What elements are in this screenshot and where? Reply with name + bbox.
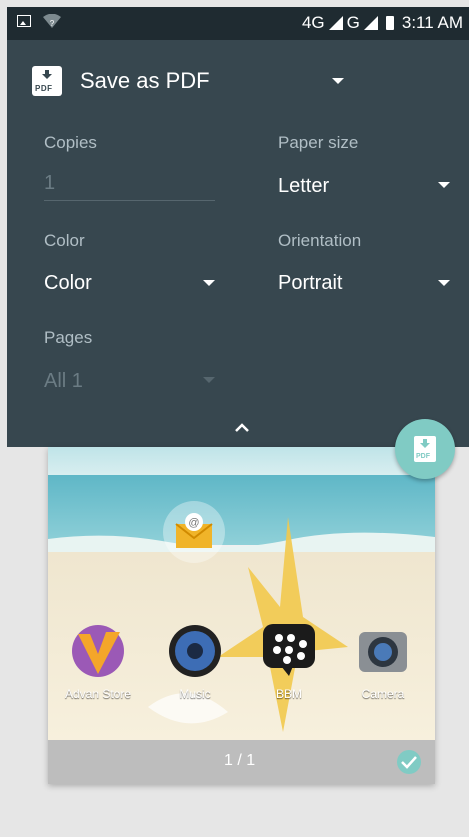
paper-size-select[interactable]: Letter xyxy=(278,175,329,198)
pages-select[interactable]: All 1 xyxy=(44,370,83,393)
pages-label: Pages xyxy=(44,328,93,347)
music-label: Music xyxy=(179,687,211,701)
advan-store-icon xyxy=(72,625,124,677)
pdf-download-icon: PDF xyxy=(414,436,436,462)
destination-selector[interactable]: PDF Save as PDF xyxy=(32,66,210,96)
music-app: Music xyxy=(160,624,230,701)
page-preview[interactable]: @ Advan Store Music BBM Camera 1 / 1 xyxy=(48,447,435,784)
network-type-1: 4G xyxy=(301,13,325,32)
copies-label: Copies xyxy=(44,133,97,152)
advan-store-app: Advan Store xyxy=(63,624,133,701)
preview-footer: 1 / 1 xyxy=(48,740,435,784)
battery-icon xyxy=(385,16,394,30)
collapse-chevron-icon[interactable] xyxy=(235,421,249,435)
bbm-icon xyxy=(263,624,315,676)
color-dropdown-icon[interactable] xyxy=(203,280,215,286)
svg-text:?: ? xyxy=(50,19,55,28)
wifi-icon: ? xyxy=(43,14,61,28)
paper-size-dropdown-icon[interactable] xyxy=(438,182,450,188)
bbm-app: BBM xyxy=(254,622,324,701)
page-selected-check-icon[interactable] xyxy=(397,750,421,774)
clock: 3:11 AM xyxy=(401,13,463,32)
network-type-2: G xyxy=(346,13,360,32)
pdf-icon: PDF xyxy=(32,66,62,96)
paper-size-label: Paper size xyxy=(278,133,359,152)
save-pdf-fab[interactable]: PDF xyxy=(395,419,455,479)
color-select[interactable]: Color xyxy=(44,272,92,295)
advan-store-label: Advan Store xyxy=(64,687,132,701)
bbm-label: BBM xyxy=(275,687,302,701)
camera-app: Camera xyxy=(348,624,418,701)
destination-label: Save as PDF xyxy=(80,68,210,93)
signal-icon-2 xyxy=(363,16,378,30)
svg-text:@: @ xyxy=(188,517,199,529)
print-options-panel: PDF Save as PDF Copies 1 Paper size Lett… xyxy=(7,40,469,447)
preview-thumbnail: @ Advan Store Music BBM Camera xyxy=(48,447,435,740)
status-bar: ? 4G G 3:11 AM xyxy=(7,7,469,40)
speaker-icon xyxy=(169,625,221,677)
copies-input[interactable]: 1 xyxy=(44,172,55,195)
page-indicator: 1 / 1 xyxy=(224,752,256,769)
color-label: Color xyxy=(44,231,85,250)
signal-icon-1 xyxy=(328,16,343,30)
email-app-icon: @ xyxy=(162,500,226,569)
orientation-select[interactable]: Portrait xyxy=(278,272,342,295)
camera-label: Camera xyxy=(361,687,405,701)
image-notification-icon xyxy=(17,15,31,27)
orientation-label: Orientation xyxy=(278,231,362,250)
pages-dropdown-icon xyxy=(203,377,215,383)
destination-dropdown-icon[interactable] xyxy=(332,78,344,84)
orientation-dropdown-icon[interactable] xyxy=(438,280,450,286)
camera-icon xyxy=(359,632,407,672)
copies-underline xyxy=(44,200,215,201)
